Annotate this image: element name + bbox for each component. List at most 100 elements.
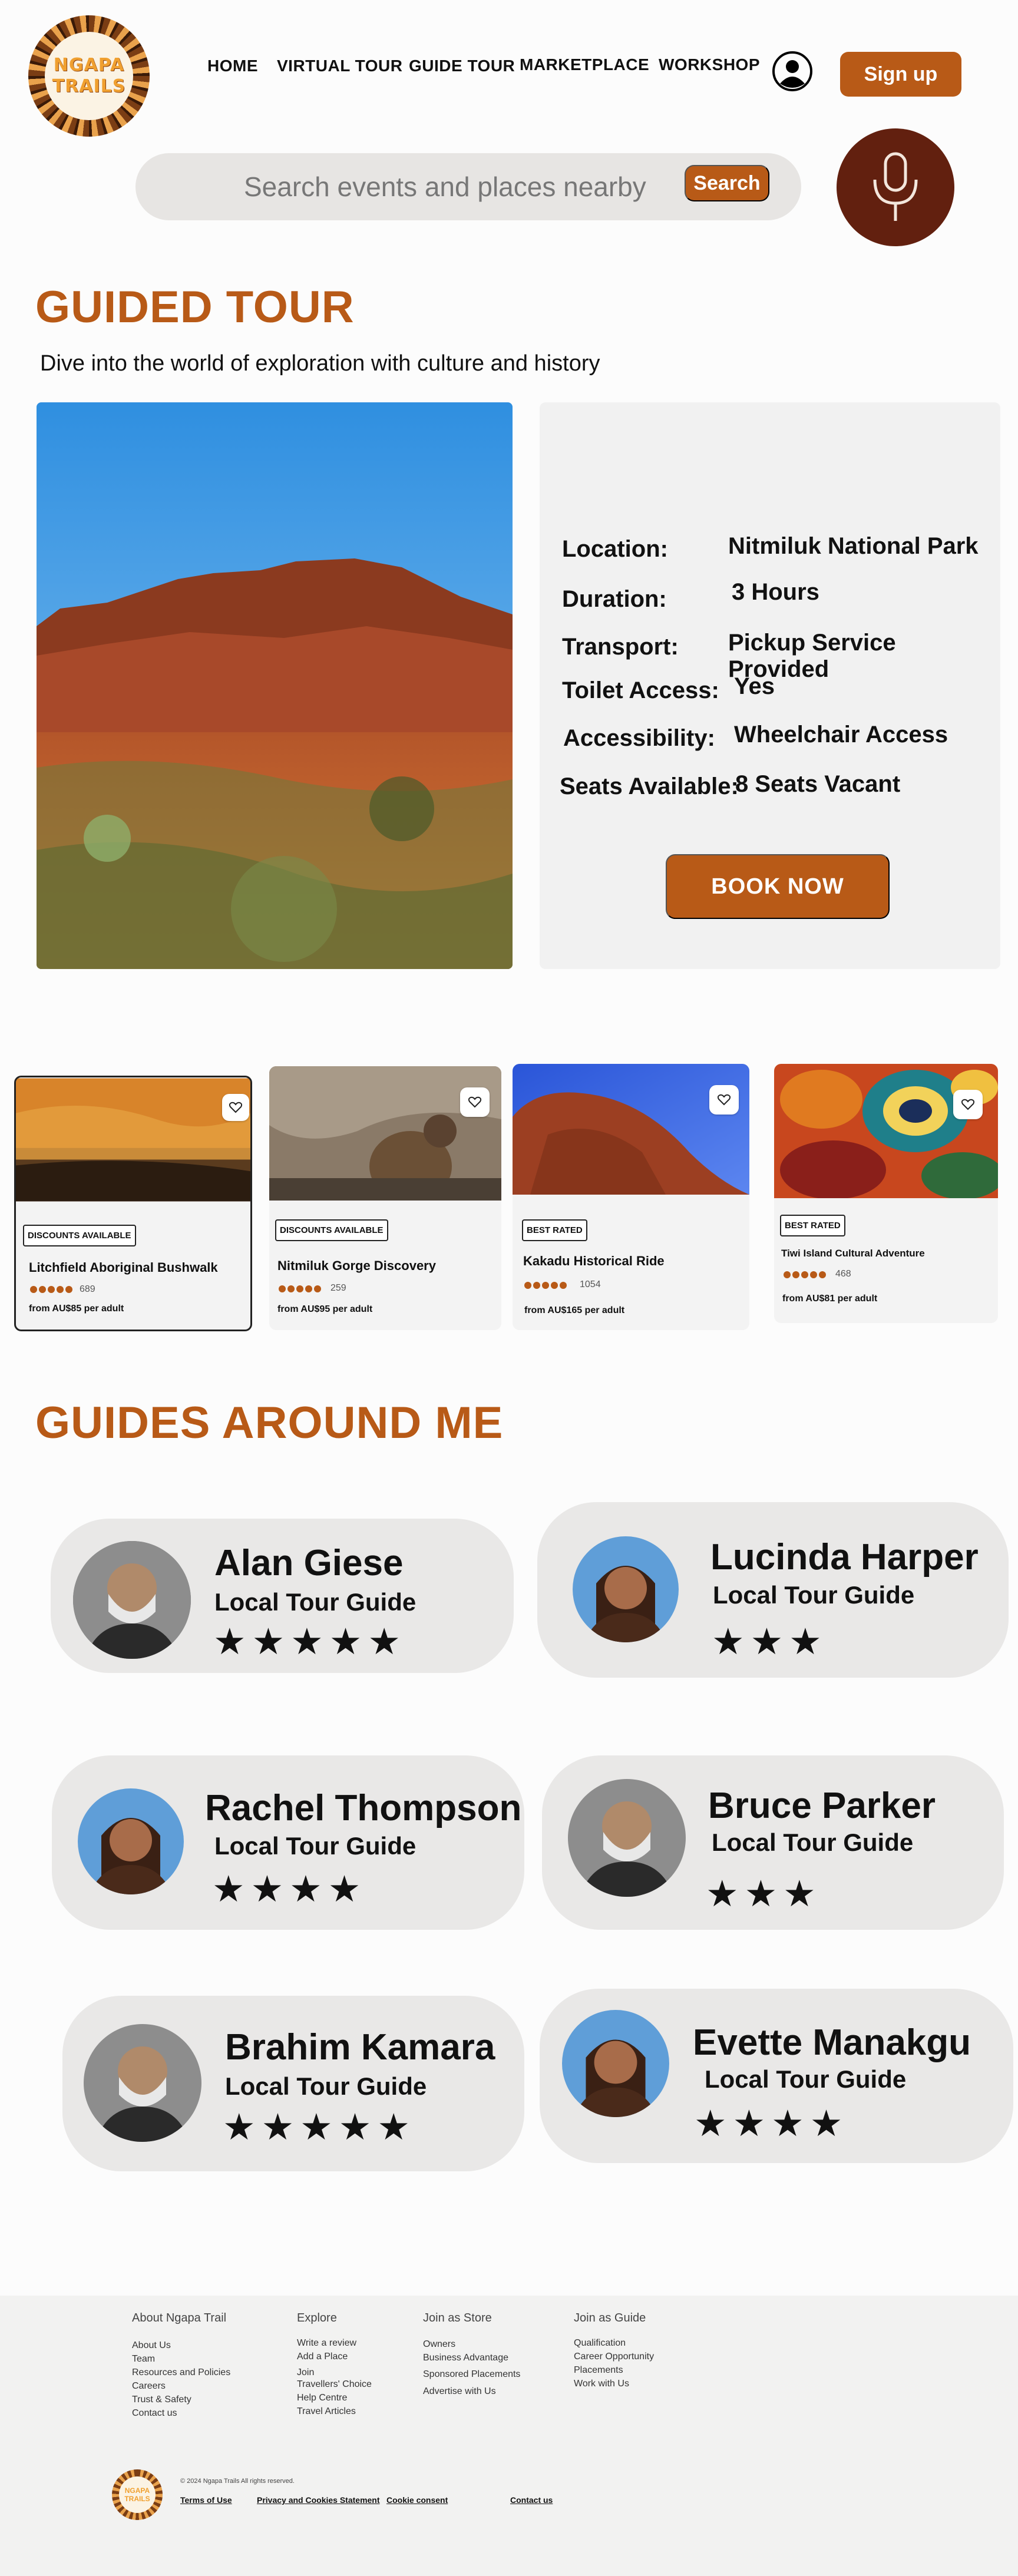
tour-card-price: from AU$81 per adult bbox=[782, 1294, 878, 1304]
guide-card[interactable]: Evette Manakgu Local Tour Guide ★★★★ bbox=[540, 1989, 1013, 2163]
guide-role: Local Tour Guide bbox=[712, 1828, 914, 1856]
detail-value-seats: 8 Seats Vacant bbox=[735, 771, 901, 797]
brand-logo[interactable]: NGAPA TRAILS bbox=[28, 15, 150, 137]
review-count: 689 bbox=[80, 1284, 95, 1294]
guide-avatar bbox=[562, 2010, 669, 2117]
detail-label-transport: Transport: bbox=[562, 634, 679, 660]
tour-card[interactable]: DISCOUNTS AVAILABLE Nitmiluk Gorge Disco… bbox=[269, 1066, 501, 1330]
guide-name: Rachel Thompson bbox=[205, 1788, 522, 1828]
footer-link[interactable]: Advertise with Us bbox=[423, 2385, 496, 2398]
guide-role: Local Tour Guide bbox=[214, 1832, 417, 1860]
guide-avatar bbox=[573, 1536, 679, 1642]
tour-landscape-image bbox=[37, 402, 513, 969]
footer-link[interactable]: Business Advantage bbox=[423, 2351, 508, 2365]
tour-card-price: from AU$85 per adult bbox=[29, 1304, 124, 1314]
tour-card-badge: DISCOUNTS AVAILABLE bbox=[23, 1225, 136, 1246]
guided-tour-subtitle: Dive into the world of exploration with … bbox=[40, 351, 600, 376]
tour-card[interactable]: BEST RATED Tiwi Island Cultural Adventur… bbox=[774, 1064, 998, 1323]
footer-link[interactable]: Resources and Policies bbox=[132, 2366, 230, 2379]
review-count: 468 bbox=[835, 1269, 851, 1279]
footer-link[interactable]: Travel Articles bbox=[297, 2405, 356, 2418]
site-footer bbox=[0, 2296, 1018, 2576]
cookie-consent-link[interactable]: Cookie consent bbox=[386, 2495, 448, 2505]
guide-avatar bbox=[73, 1541, 191, 1659]
tour-card-title: Litchfield Aboriginal Bushwalk bbox=[29, 1260, 218, 1275]
guide-name: Brahim Kamara bbox=[225, 2027, 495, 2068]
footer-link[interactable]: Add a Place bbox=[297, 2350, 348, 2363]
search-button[interactable]: Search bbox=[685, 165, 769, 201]
nav-virtual-tour[interactable]: VIRTUAL TOUR bbox=[277, 57, 402, 75]
guide-name: Lucinda Harper bbox=[710, 1537, 979, 1578]
detail-label-seats: Seats Available: bbox=[560, 773, 739, 799]
detail-value-accessibility: Wheelchair Access bbox=[734, 722, 948, 748]
detail-label-toilet: Toilet Access: bbox=[562, 677, 719, 703]
tour-card-image bbox=[513, 1064, 749, 1195]
guide-avatar bbox=[568, 1779, 686, 1897]
guide-rating-stars: ★★★ bbox=[712, 1620, 828, 1663]
search-placeholder: Search events and places nearby bbox=[244, 171, 646, 202]
rating-dots bbox=[524, 1282, 567, 1289]
tour-card-image bbox=[774, 1064, 998, 1198]
tour-card[interactable]: DISCOUNTS AVAILABLE Litchfield Aborigina… bbox=[14, 1076, 252, 1331]
guide-card[interactable]: Brahim Kamara Local Tour Guide ★★★★★ bbox=[62, 1996, 524, 2171]
detail-value-toilet: Yes bbox=[734, 673, 775, 699]
rating-dots bbox=[784, 1271, 826, 1278]
footer-link[interactable]: About Us bbox=[132, 2339, 171, 2352]
tour-card-badge: BEST RATED bbox=[522, 1219, 587, 1241]
book-now-button[interactable]: BOOK NOW bbox=[666, 854, 890, 919]
terms-link[interactable]: Terms of Use bbox=[180, 2495, 232, 2505]
footer-link[interactable]: Placements bbox=[574, 2363, 623, 2377]
heart-icon[interactable] bbox=[460, 1087, 490, 1117]
guide-role: Local Tour Guide bbox=[225, 2072, 427, 2100]
user-circle-icon[interactable] bbox=[772, 51, 813, 92]
detail-label-duration: Duration: bbox=[562, 586, 667, 612]
guide-card[interactable]: Alan Giese Local Tour Guide ★★★★★ bbox=[51, 1519, 514, 1673]
nav-marketplace[interactable]: MARKETPLACE bbox=[520, 55, 649, 74]
heart-icon[interactable] bbox=[222, 1094, 249, 1121]
guide-role: Local Tour Guide bbox=[705, 2065, 907, 2093]
heart-icon[interactable] bbox=[709, 1085, 739, 1115]
footer-link[interactable]: Help Centre bbox=[297, 2391, 347, 2405]
footer-link[interactable]: Careers bbox=[132, 2379, 166, 2393]
guide-card[interactable]: Rachel Thompson Local Tour Guide ★★★★ bbox=[52, 1755, 524, 1930]
rating-dots bbox=[279, 1285, 321, 1292]
footer-link[interactable]: Career Opportunity bbox=[574, 2350, 654, 2363]
guide-rating-stars: ★★★ bbox=[706, 1872, 822, 1915]
review-count: 259 bbox=[330, 1283, 346, 1293]
nav-guide-tour[interactable]: GUIDE TOUR bbox=[409, 57, 515, 75]
footer-link[interactable]: Sponsored Placements bbox=[423, 2367, 520, 2381]
heart-icon[interactable] bbox=[953, 1090, 983, 1119]
copyright-text: © 2024 Ngapa Trails All rights reserved. bbox=[180, 2478, 295, 2485]
contact-link[interactable]: Contact us bbox=[510, 2495, 553, 2505]
footer-link[interactable]: Owners bbox=[423, 2337, 455, 2351]
nav-workshop[interactable]: WORKSHOP bbox=[659, 55, 760, 74]
guide-role: Local Tour Guide bbox=[214, 1588, 417, 1616]
microphone-icon[interactable] bbox=[837, 128, 954, 246]
guide-rating-stars: ★★★★★ bbox=[223, 2105, 416, 2148]
detail-label-accessibility: Accessibility: bbox=[563, 725, 715, 751]
guide-card[interactable]: Lucinda Harper Local Tour Guide ★★★ bbox=[537, 1502, 1009, 1678]
nav-home[interactable]: HOME bbox=[207, 57, 258, 75]
guide-card[interactable]: Bruce Parker Local Tour Guide ★★★ bbox=[542, 1755, 1004, 1930]
guide-rating-stars: ★★★★ bbox=[694, 2102, 849, 2145]
tour-card-price: from AU$165 per adult bbox=[524, 1305, 625, 1315]
tour-card[interactable]: BEST RATED Kakadu Historical Ride 1054 f… bbox=[513, 1064, 749, 1330]
detail-value-duration: 3 Hours bbox=[732, 579, 819, 605]
detail-label-location: Location: bbox=[562, 536, 668, 562]
footer-link[interactable]: Work with Us bbox=[574, 2377, 629, 2390]
review-count: 1054 bbox=[580, 1279, 601, 1289]
guide-role: Local Tour Guide bbox=[713, 1581, 915, 1609]
privacy-link[interactable]: Privacy and Cookies Statement bbox=[257, 2495, 380, 2505]
footer-link[interactable]: Trust & Safety bbox=[132, 2393, 191, 2406]
footer-link[interactable]: Travellers' Choice bbox=[297, 2377, 372, 2391]
footer-heading: Join as Store bbox=[423, 2312, 492, 2324]
footer-heading: About Ngapa Trail bbox=[132, 2312, 227, 2324]
footer-link[interactable]: Contact us bbox=[132, 2406, 177, 2420]
footer-link[interactable]: Write a review bbox=[297, 2336, 356, 2350]
footer-link[interactable]: Qualification bbox=[574, 2336, 626, 2350]
footer-heading: Join as Guide bbox=[574, 2312, 646, 2324]
guide-name: Evette Manakgu bbox=[693, 2022, 971, 2063]
footer-link[interactable]: Team bbox=[132, 2352, 155, 2366]
signup-button[interactable]: Sign up bbox=[840, 52, 961, 97]
footer-logo[interactable]: NGAPA TRAILS bbox=[112, 2469, 163, 2520]
